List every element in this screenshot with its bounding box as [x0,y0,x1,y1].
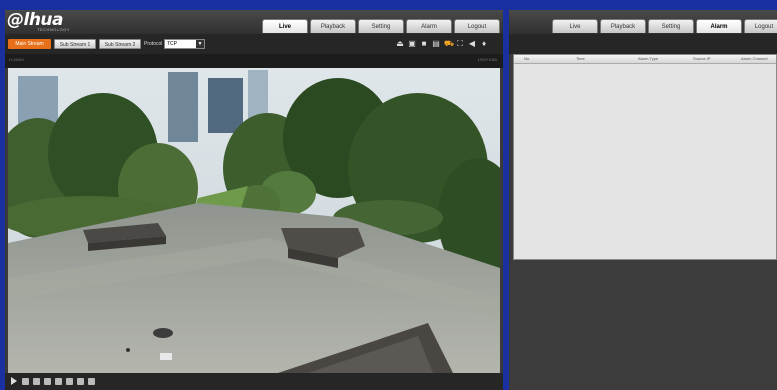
tab-alarm[interactable]: Alarm [406,19,452,33]
tab-logout[interactable]: Logout [744,19,777,33]
microphone-icon[interactable]: ♦ [480,40,488,48]
column-header-alarm-type: Alarm Type [638,56,659,61]
live-toolbar: Main Stream Sub Stream 1 Sub Stream 2 Pr… [5,34,503,54]
protocol-value: TCP [167,41,177,47]
tab-setting[interactable]: Setting [358,19,404,33]
main-stream-button[interactable]: Main Stream [8,39,51,49]
alarm-window: Live Playback Setting Alarm Logout No. T… [509,10,777,390]
live-view-window: @lhua TECHNOLOGY Live Playback Setting A… [5,10,503,390]
top-navigation-bar: Live Playback Setting Alarm Logout [509,10,777,34]
record-icon[interactable]: ▣ [408,40,416,48]
alarm-table: No. Time Alarm Type Source IP Alarm Chan… [513,54,777,260]
tab-logout[interactable]: Logout [454,19,500,33]
column-header-no: No. [524,56,531,61]
alarm-table-header: No. Time Alarm Type Source IP Alarm Chan… [514,55,776,64]
frame-icon[interactable] [44,378,51,385]
grid-icon[interactable] [33,378,40,385]
play-icon[interactable] [11,377,17,385]
window-icon[interactable] [88,378,95,385]
tab-setting[interactable]: Setting [648,19,694,33]
camera-scene-image [8,68,500,373]
snapshot-icon[interactable]: ■ [420,40,428,48]
split-icon[interactable] [66,378,73,385]
tab-alarm[interactable]: Alarm [696,19,742,33]
camera-icon[interactable]: ⛟ [444,40,454,48]
tab-playback[interactable]: Playback [600,19,646,33]
chevron-down-icon: ▼ [196,40,204,48]
fisheye-icon[interactable] [77,378,84,385]
person-icon[interactable]: ⏏ [396,40,404,48]
tab-live[interactable]: Live [552,19,598,33]
zoom-icon[interactable] [22,378,29,385]
sub-stream-1-button[interactable]: Sub Stream 1 [54,39,96,49]
protocol-select[interactable]: TCP ▼ [164,39,205,49]
image-icon[interactable]: ▤ [432,40,440,48]
column-header-alarm-channel: Alarm Channel [741,56,768,61]
live-bottom-bar [5,373,503,390]
audio-icon[interactable]: ◀ [468,40,476,48]
resolution-info: 1920*1080 [477,57,497,62]
protocol-label: Protocol [144,41,163,47]
live-video-feed[interactable] [8,68,500,373]
brand-logo-tagline: TECHNOLOGY [37,27,71,32]
column-header-time: Time [576,56,585,61]
column-header-source-ip: Source IP [693,56,711,61]
alarm-toolbar [509,34,777,54]
alarm-detail-area [509,260,777,390]
top-navigation-bar: @lhua TECHNOLOGY Live Playback Setting A… [5,10,503,34]
tab-live[interactable]: Live [262,19,308,33]
codec-info: H-264/H [9,57,24,62]
tab-playback[interactable]: Playback [310,19,356,33]
sub-stream-2-button[interactable]: Sub Stream 2 [99,39,141,49]
stream-info-strip: H-264/H 1920*1080 [5,54,503,68]
fullscreen-icon[interactable]: ⛶ [456,40,464,48]
layout-icon[interactable] [55,378,62,385]
